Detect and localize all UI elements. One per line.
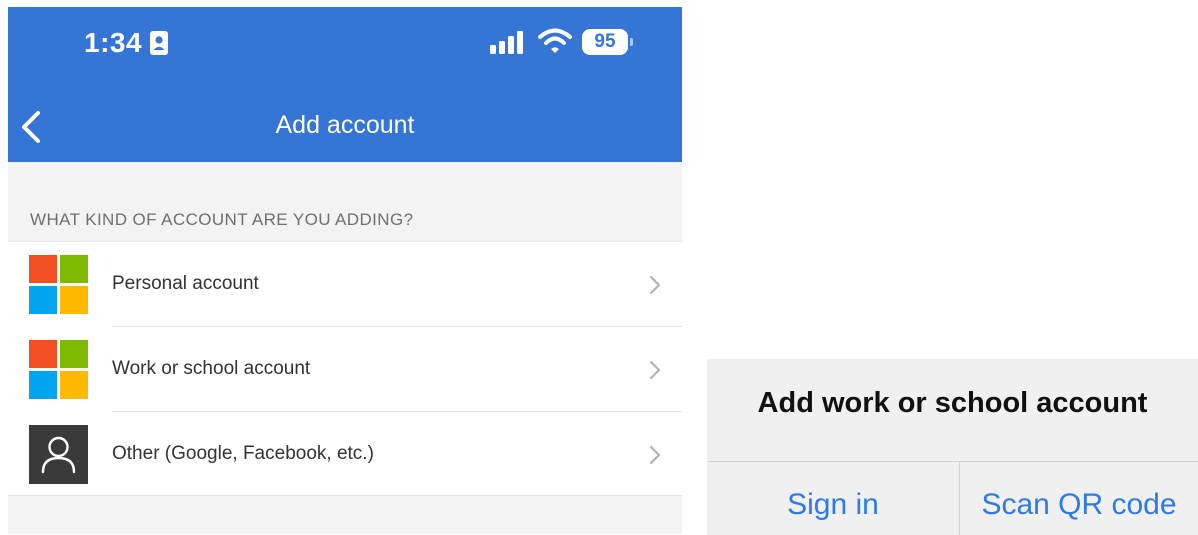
person-icon — [29, 425, 88, 484]
contact-card-icon — [150, 31, 168, 55]
battery-indicator: 95 — [582, 29, 628, 55]
add-work-school-dialog: Add work or school account Sign in Scan … — [707, 359, 1198, 535]
section-header: WHAT KIND OF ACCOUNT ARE YOU ADDING? — [30, 210, 414, 229]
list-item-work-school-account[interactable]: Work or school account — [8, 327, 682, 412]
page-title: Add account — [275, 111, 415, 139]
list-item-label: Other (Google, Facebook, etc.) — [112, 443, 374, 464]
scan-qr-code-button[interactable]: Scan QR code — [960, 462, 1198, 535]
sign-in-button[interactable]: Sign in — [707, 462, 959, 535]
status-time: 1:34 — [84, 27, 143, 58]
wifi-icon — [538, 28, 572, 53]
dialog-title: Add work or school account — [757, 387, 1148, 419]
chevron-right-icon — [649, 275, 661, 295]
add-account-screen: 1:34 95 Add account WHAT KIND OF ACCOUNT… — [8, 7, 682, 534]
cellular-signal-icon — [490, 31, 523, 54]
list-item-label: Work or school account — [112, 358, 311, 379]
app-header: 1:34 95 Add account — [8, 7, 682, 162]
chevron-right-icon — [649, 445, 661, 465]
list-item-other-account[interactable]: Other (Google, Facebook, etc.) — [8, 412, 682, 497]
microsoft-logo-icon — [29, 255, 88, 314]
account-type-list: Personal account Work or school account — [8, 241, 682, 496]
list-item-personal-account[interactable]: Personal account — [8, 242, 682, 327]
microsoft-logo-icon — [29, 340, 88, 399]
chevron-right-icon — [649, 360, 661, 380]
battery-tip — [630, 38, 633, 46]
list-item-label: Personal account — [112, 273, 259, 294]
